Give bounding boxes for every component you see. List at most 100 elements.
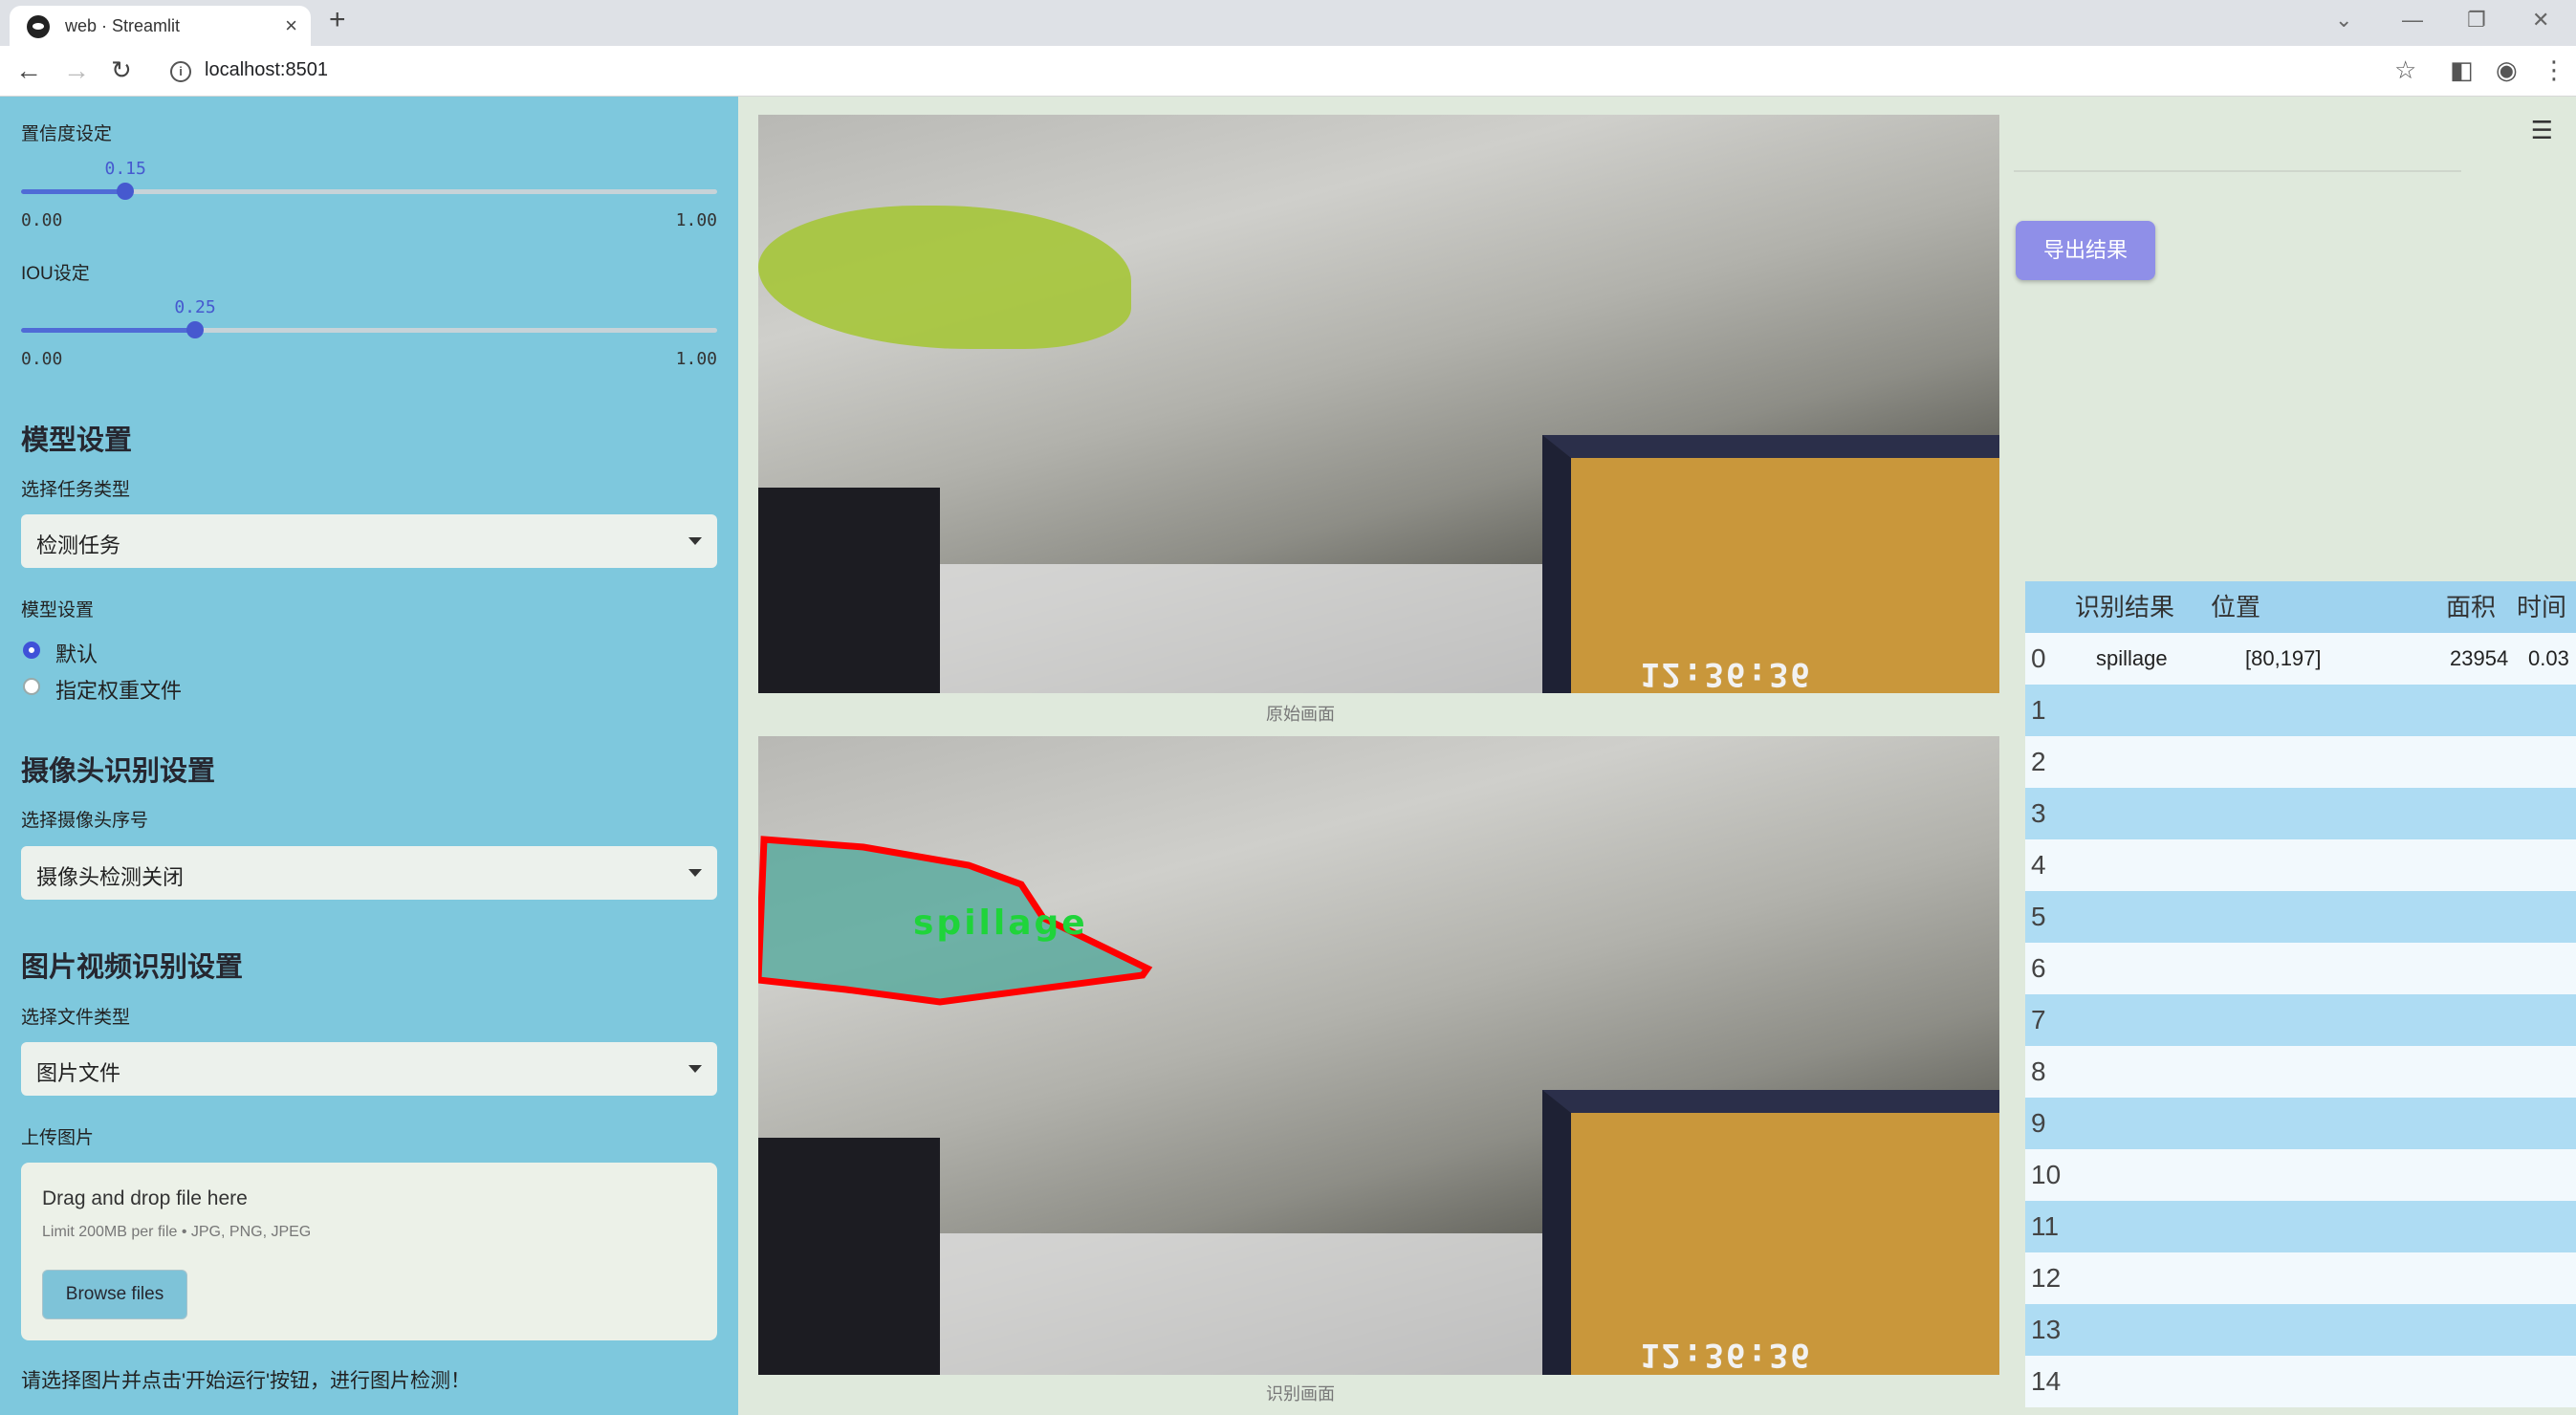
cell-area [2450, 891, 2517, 943]
table-row: 11 [2025, 1201, 2576, 1252]
header-position: 位置 [2211, 593, 2261, 621]
cell-area [2450, 943, 2517, 994]
row-index: 11 [2031, 1211, 2060, 1241]
camera-select[interactable]: 摄像头检测关闭 [21, 846, 717, 900]
cell-position: [80,197] [2245, 646, 2322, 670]
file-settings-heading: 图片视频识别设置 [21, 952, 244, 983]
model-settings-heading: 模型设置 [21, 425, 133, 456]
camera-index-label: 选择摄像头序号 [21, 811, 149, 831]
timestamp-overlay: 2020-03-19 12:36:36 [1640, 655, 1812, 693]
back-icon[interactable]: ← [15, 55, 42, 86]
site-info-icon[interactable]: i [170, 61, 191, 82]
task-type-select[interactable]: 检测任务 [21, 514, 717, 568]
row-index: 12 [2031, 1263, 2062, 1293]
export-results-button[interactable]: 导出结果 [2016, 221, 2155, 280]
cell-position [2245, 839, 2369, 891]
cell-area [2450, 788, 2517, 839]
cell-position [2245, 685, 2369, 736]
cell-time [2528, 736, 2576, 788]
cell-position [2245, 1304, 2369, 1356]
cell-result [2096, 1149, 2201, 1201]
cell-position [2245, 994, 2369, 1046]
address-bar[interactable]: localhost:8501 [205, 59, 328, 81]
cell-time [2528, 1046, 2576, 1098]
bookmark-star-icon[interactable]: ☆ [2394, 55, 2416, 85]
radio-custom-label: 指定权重文件 [55, 679, 183, 703]
detection-overlay [758, 836, 1153, 1006]
row-index: 4 [2031, 850, 2046, 880]
chevron-down-icon [688, 869, 702, 877]
cell-result [2096, 1356, 2201, 1407]
file-type-label: 选择文件类型 [21, 1008, 131, 1028]
cell-time [2528, 943, 2576, 994]
confidence-value: 0.15 [104, 159, 146, 179]
drop-text: Drag and drop file here [42, 1187, 248, 1209]
cell-time [2528, 839, 2576, 891]
radio-unselected-icon[interactable] [23, 678, 40, 695]
minimize-icon[interactable]: — [2402, 8, 2423, 33]
iou-min: 0.00 [21, 349, 63, 369]
cell-area [2450, 994, 2517, 1046]
iou-slider[interactable]: 0.25 0.00 1.00 [21, 288, 717, 369]
side-panel-icon[interactable]: ◧ [2450, 55, 2474, 85]
iou-fill [21, 328, 195, 333]
cell-position [2245, 1149, 2369, 1201]
new-tab-icon[interactable]: + [329, 4, 346, 36]
file-uploader-dropzone[interactable]: Drag and drop file here Limit 200MB per … [21, 1163, 717, 1340]
hamburger-menu-icon[interactable]: ☰ [2531, 116, 2553, 145]
cell-time: 0.03 [2528, 646, 2569, 670]
radio-selected-icon[interactable] [23, 642, 40, 659]
camera-select-value: 摄像头检测关闭 [36, 865, 185, 889]
cell-area [2450, 839, 2517, 891]
camera-settings-heading: 摄像头识别设置 [21, 756, 216, 787]
close-tab-icon[interactable]: × [285, 13, 297, 38]
browser-tab[interactable]: web · Streamlit × [10, 6, 311, 46]
tab-search-icon[interactable]: ⌄ [2335, 8, 2352, 33]
cell-area [2450, 1252, 2517, 1304]
iou-thumb[interactable] [186, 321, 204, 338]
chevron-down-icon [688, 1065, 702, 1073]
confidence-slider[interactable]: 0.15 0.00 1.00 [21, 149, 717, 230]
cell-position [2245, 788, 2369, 839]
cell-area [2450, 1046, 2517, 1098]
table-row: 7 [2025, 994, 2576, 1046]
instruction-hint: 请选择图片并点击'开始运行'按钮，进行图片检测！ [21, 1370, 471, 1392]
table-row: 3 [2025, 788, 2576, 839]
file-type-value: 图片文件 [36, 1061, 121, 1085]
restore-icon[interactable]: ❐ [2467, 8, 2486, 33]
profile-avatar-icon[interactable]: ◉ [2496, 55, 2518, 85]
cell-time [2528, 1304, 2576, 1356]
row-index: 13 [2031, 1315, 2062, 1344]
file-type-select[interactable]: 图片文件 [21, 1042, 717, 1096]
reload-icon[interactable]: ↻ [111, 55, 132, 85]
cell-time [2528, 1356, 2576, 1407]
chevron-down-icon [688, 537, 702, 545]
close-window-icon[interactable]: ✕ [2532, 8, 2549, 33]
cell-time [2528, 1149, 2576, 1201]
original-image: 2020-03-19 12:36:36 [758, 115, 1999, 693]
iou-value: 0.25 [174, 297, 216, 317]
iou-max: 1.00 [675, 349, 717, 369]
browse-files-button[interactable]: Browse files [42, 1270, 187, 1319]
browser-menu-icon[interactable]: ⋮ [2542, 55, 2566, 85]
row-index: 8 [2031, 1056, 2046, 1086]
table-row: 6 [2025, 943, 2576, 994]
confidence-thumb[interactable] [117, 183, 135, 200]
detected-caption: 识别画面 [1266, 1384, 1335, 1404]
table-row: 0 spillage [80,197] 23954 0.03 [2025, 633, 2576, 685]
cell-result [2096, 943, 2201, 994]
forward-icon[interactable]: → [63, 55, 90, 86]
cell-result [2096, 1098, 2201, 1149]
cell-position [2245, 943, 2369, 994]
row-index: 9 [2031, 1108, 2046, 1138]
cell-result [2096, 994, 2201, 1046]
cell-area [2450, 1304, 2517, 1356]
cell-result [2096, 1046, 2201, 1098]
cell-area [2450, 1201, 2517, 1252]
cell-time [2528, 1098, 2576, 1149]
detection-image: spillage 2020-03-19 12:36:36 [758, 736, 1999, 1375]
table-row: 13 [2025, 1304, 2576, 1356]
row-index: 6 [2031, 953, 2046, 983]
row-index: 14 [2031, 1366, 2062, 1396]
cell-result [2096, 891, 2201, 943]
